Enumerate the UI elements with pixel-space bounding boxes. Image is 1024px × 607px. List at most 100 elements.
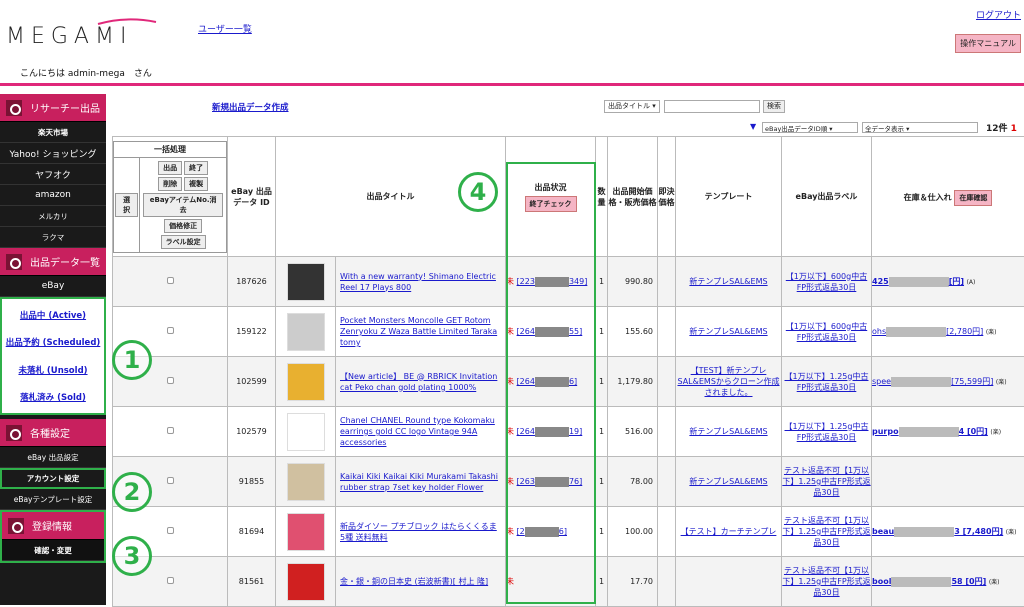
stock-prefix: bool xyxy=(872,577,891,586)
product-image[interactable] xyxy=(287,513,325,551)
row-title-link[interactable]: With a new warranty! Shimano Electric Re… xyxy=(336,271,505,293)
template-link[interactable]: 新テンプレSAL&EMS xyxy=(689,277,767,286)
row-title-cell: Kaikai Kiki Kaikai Kiki Murakami Takashi… xyxy=(336,457,506,507)
status-sold-link[interactable]: 落札済み (Sold) xyxy=(20,391,86,403)
display-select[interactable]: 全データ表示 ▾ xyxy=(862,122,978,133)
row-title-link[interactable]: Chanel CHANEL Round type Kokomaku earrin… xyxy=(336,415,505,448)
clear-item-no-button[interactable]: eBayアイテムNo.消去 xyxy=(143,193,223,217)
col-label: eBay出品ラベル xyxy=(782,137,872,257)
stock-link[interactable]: 425[円] xyxy=(872,277,964,286)
row-checkbox[interactable] xyxy=(167,327,174,334)
delete-button[interactable]: 削除 xyxy=(158,177,182,191)
label-link[interactable]: テスト返品不可【1万以下】1.25g中古FP形式返品30日 xyxy=(782,516,870,547)
product-image[interactable] xyxy=(287,263,325,301)
sidebar-section-research[interactable]: リサーチー出品 xyxy=(0,94,106,122)
stock-link[interactable]: beau3 [7,480円] xyxy=(872,527,1003,536)
status-unsold-link[interactable]: 未落札 (Unsold) xyxy=(18,364,87,376)
sidebar-item-ebay[interactable]: eBay xyxy=(0,276,106,297)
row-title-link[interactable]: Kaikai Kiki Kaikai Kiki Murakami Takashi… xyxy=(336,471,505,493)
sidebar-section-listing[interactable]: 出品データ一覧 xyxy=(0,248,106,276)
sidebar-item-account-settings[interactable]: アカウント設定 xyxy=(0,468,106,489)
ebay-item-link[interactable]: [26] xyxy=(517,527,567,536)
product-image[interactable] xyxy=(287,463,325,501)
product-image[interactable] xyxy=(287,413,325,451)
label-setting-button[interactable]: ラベル設定 xyxy=(161,235,206,249)
sidebar-section-settings[interactable]: 各種設定 xyxy=(0,419,106,447)
stock-link[interactable]: purpo4 [0円] xyxy=(872,427,988,436)
template-link[interactable]: 新テンプレSAL&EMS xyxy=(689,327,767,336)
template-link[interactable]: 【テスト】カーチテンプレ xyxy=(681,527,777,536)
end-check-button[interactable]: 終了チェック xyxy=(525,196,577,212)
row-title-link[interactable]: 【New article】 BE @ RBRICK Invitation cat… xyxy=(336,371,505,393)
row-checkbox[interactable] xyxy=(167,277,174,284)
product-image[interactable] xyxy=(287,363,325,401)
label-link[interactable]: テスト返品不可【1万以下】1.25g中古FP形式返品30日 xyxy=(782,566,870,597)
gear-icon xyxy=(6,425,22,441)
status-active-link[interactable]: 出品中 (Active) xyxy=(20,309,86,321)
sidebar-item-ebay-template-settings[interactable]: eBayテンプレート設定 xyxy=(0,489,106,510)
price-edit-button[interactable]: 価格修正 xyxy=(164,219,202,233)
stock-link[interactable]: spee[75,599円] xyxy=(872,377,993,386)
product-image[interactable] xyxy=(287,313,325,351)
page-number[interactable]: 1 xyxy=(1011,124,1017,134)
sidebar-section-label: リサーチー出品 xyxy=(30,100,100,115)
sidebar-item-yahoo-shopping[interactable]: Yahoo! ショッピング xyxy=(0,143,106,164)
row-checkbox[interactable] xyxy=(167,377,174,384)
logout-link[interactable]: ログアウト xyxy=(976,8,1021,21)
listing-table: 一括処理 選択 出品終了 削除複製 eBayアイテムNo.消去 価格修正 ラベル… xyxy=(112,136,1024,607)
search-button[interactable]: 検索 xyxy=(763,100,785,113)
row-checkbox[interactable] xyxy=(167,477,174,484)
sidebar-item-rakuma[interactable]: ラクマ xyxy=(0,227,106,248)
row-thumb-cell xyxy=(276,457,336,507)
template-link[interactable]: 【TEST】新テンプレSAL&EMSからクローン作成されました。 xyxy=(677,366,779,397)
select-button[interactable]: 選択 xyxy=(115,193,138,217)
sort-select[interactable]: eBay出品データID順 ▾ xyxy=(762,122,858,133)
user-list-link[interactable]: ユーザー一覧 xyxy=(198,22,252,35)
row-checkbox[interactable] xyxy=(167,527,174,534)
stock-link[interactable]: ohs[2,780円] xyxy=(872,327,983,336)
sidebar-section-registration[interactable]: 登録情報 xyxy=(2,512,104,540)
label-link[interactable]: テスト返品不可【1万以下】1.25g中古FP形式返品30日 xyxy=(782,466,870,497)
label-link[interactable]: 【1万以下】1.25g中古FP形式返品30日 xyxy=(785,372,869,392)
row-checkbox[interactable] xyxy=(167,427,174,434)
row-title-link[interactable]: 金・銀・銅の日本史 (岩波新書)[ 村上 隆] xyxy=(336,576,505,587)
end-button[interactable]: 終了 xyxy=(184,161,208,175)
search-input[interactable] xyxy=(664,100,760,113)
sidebar-item-yafuoku[interactable]: ヤフオク xyxy=(0,164,106,185)
new-listing-link[interactable]: 新規出品データ作成 xyxy=(212,101,289,113)
sidebar-section-label: 登録情報 xyxy=(32,518,72,533)
sidebar-item-confirm-change[interactable]: 確認・変更 xyxy=(2,540,104,561)
ebay-item-link[interactable]: [26455] xyxy=(517,327,583,336)
sidebar-item-rakuten[interactable]: 楽天市場 xyxy=(0,122,106,143)
row-checkbox[interactable] xyxy=(167,577,174,584)
row-template: 【TEST】新テンプレSAL&EMSからクローン作成されました。 xyxy=(676,357,782,407)
item-no-suffix: 19] xyxy=(569,427,582,436)
ebay-item-link[interactable]: [223349] xyxy=(517,277,588,286)
template-link[interactable]: 新テンプレSAL&EMS xyxy=(689,427,767,436)
sort-arrow-icon[interactable]: ▼ xyxy=(750,122,756,131)
manual-button[interactable]: 操作マニュアル xyxy=(955,34,1021,53)
sidebar-item-amazon[interactable]: amazon xyxy=(0,185,106,206)
duplicate-button[interactable]: 複製 xyxy=(184,177,208,191)
megami-logo[interactable]: MEGAMI xyxy=(6,18,178,46)
label-link[interactable]: 【1万以下】600g中古FP形式返品30日 xyxy=(786,322,867,342)
ebay-item-link[interactable]: [26419] xyxy=(517,427,583,436)
ebay-item-link[interactable]: [2646] xyxy=(517,377,578,386)
row-title-link[interactable]: Pocket Monsters Moncolle GET Rotom Zenry… xyxy=(336,315,505,348)
masked-text xyxy=(886,327,946,337)
list-button[interactable]: 出品 xyxy=(158,161,182,175)
row-title-link[interactable]: 新品ダイソー プチブロック はたらくくるま5種 送料無料 xyxy=(336,521,505,543)
stock-link[interactable]: bool58 [0円] xyxy=(872,577,986,586)
stock-note: (楽) xyxy=(1006,529,1017,536)
label-link[interactable]: 【1万以下】1.25g中古FP形式返品30日 xyxy=(785,422,869,442)
template-link[interactable]: 新テンプレSAL&EMS xyxy=(689,477,767,486)
label-link[interactable]: 【1万以下】600g中古FP形式返品30日 xyxy=(786,272,867,292)
item-no-prefix: [264 xyxy=(517,377,535,386)
status-scheduled-link[interactable]: 出品予約 (Scheduled) xyxy=(6,336,101,348)
stock-check-button[interactable]: 在庫確認 xyxy=(954,190,992,206)
sidebar-item-ebay-listing-settings[interactable]: eBay 出品設定 xyxy=(0,447,106,468)
sidebar-item-mercari[interactable]: メルカリ xyxy=(0,206,106,227)
product-image[interactable] xyxy=(287,563,325,601)
ebay-item-link[interactable]: [26376] xyxy=(517,477,583,486)
search-field-select[interactable]: 出品タイトル ▾ xyxy=(604,100,660,113)
